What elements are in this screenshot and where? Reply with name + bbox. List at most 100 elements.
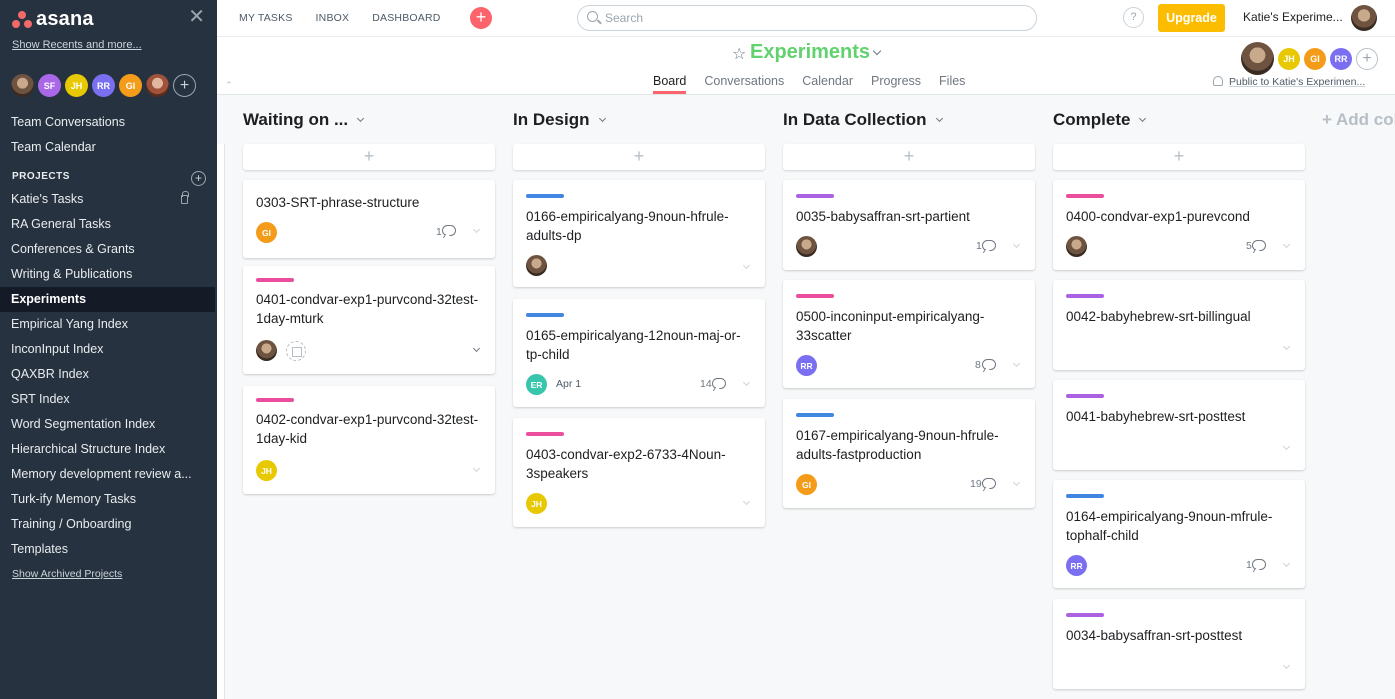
- collapse-icon[interactable]: ⌃: [225, 80, 233, 91]
- add-column-button[interactable]: + Add col: [1322, 110, 1395, 130]
- chevron-down-icon[interactable]: [472, 464, 481, 473]
- tab-board[interactable]: Board: [653, 74, 687, 94]
- help-icon[interactable]: ?: [1123, 7, 1144, 28]
- chevron-down-icon[interactable]: [472, 344, 481, 353]
- nav-my-tasks[interactable]: MY TASKS: [239, 12, 293, 24]
- avatar[interactable]: JH: [65, 74, 88, 97]
- task-card[interactable]: 0165-empiricalyang-12noun-maj-or-tp-chil…: [513, 299, 765, 407]
- task-card[interactable]: 0400-condvar-exp1-purevcond 5: [1053, 180, 1305, 270]
- assignee-avatar[interactable]: [526, 255, 547, 276]
- chevron-down-icon[interactable]: [1282, 559, 1291, 568]
- privacy-setting[interactable]: Public to Katie's Experimen...: [1213, 76, 1365, 88]
- quick-add-icon[interactable]: +: [470, 7, 492, 29]
- chevron-down-icon[interactable]: [1012, 240, 1021, 249]
- avatar[interactable]: GI: [1304, 47, 1326, 70]
- assignee-avatar[interactable]: [1066, 236, 1087, 257]
- avatar[interactable]: JH: [1278, 47, 1300, 70]
- assignee-avatar[interactable]: ER: [526, 374, 547, 395]
- add-member-icon[interactable]: +: [173, 74, 196, 97]
- task-card[interactable]: 0167-empiricalyang-9noun-hfrule-adults-f…: [783, 399, 1035, 508]
- sidebar-project[interactable]: SRT Index: [0, 387, 200, 412]
- show-recents-link[interactable]: Show Recents and more...: [12, 39, 142, 51]
- add-card-button[interactable]: +: [1053, 144, 1305, 170]
- sidebar-project[interactable]: Turk-ify Memory Tasks: [0, 487, 200, 512]
- tab-calendar[interactable]: Calendar: [802, 74, 853, 94]
- task-card[interactable]: 0166-empiricalyang-9noun-hfrule-adults-d…: [513, 180, 765, 287]
- sidebar-project[interactable]: Writing & Publications: [0, 262, 200, 287]
- column-header[interactable]: In Design: [513, 110, 606, 134]
- sidebar-project[interactable]: Empirical Yang Index: [0, 312, 200, 337]
- chevron-down-icon[interactable]: [935, 114, 943, 123]
- nav-dashboard[interactable]: DASHBOARD: [372, 12, 440, 24]
- star-icon[interactable]: ☆: [732, 44, 746, 64]
- assignee-avatar[interactable]: [796, 236, 817, 257]
- sidebar-item-team-calendar[interactable]: Team Calendar: [0, 135, 217, 160]
- task-card[interactable]: 0035-babysaffran-srt-partient 1: [783, 180, 1035, 270]
- sidebar-project[interactable]: Katie's Tasks: [0, 187, 200, 212]
- upgrade-button[interactable]: Upgrade: [1158, 4, 1225, 32]
- chevron-down-icon[interactable]: [872, 46, 882, 56]
- add-member-icon[interactable]: +: [1356, 47, 1378, 70]
- sidebar-item-team-conversations[interactable]: Team Conversations: [0, 110, 217, 135]
- task-card[interactable]: 0403-condvar-exp2-6733-4Noun-3speakers J…: [513, 418, 765, 527]
- avatar[interactable]: [146, 74, 169, 97]
- task-card[interactable]: 0042-babyhebrew-srt-billingual: [1053, 280, 1305, 370]
- sidebar-project[interactable]: Word Segmentation Index: [0, 412, 200, 437]
- close-sidebar-icon[interactable]: ✕: [188, 7, 205, 27]
- chevron-down-icon[interactable]: [1282, 661, 1291, 670]
- avatar[interactable]: GI: [119, 74, 142, 97]
- due-date[interactable]: Apr 1: [556, 378, 581, 390]
- task-card[interactable]: 0401-condvar-exp1-purvcond-32test-1day-m…: [243, 266, 495, 374]
- sidebar-project[interactable]: RA General Tasks: [0, 212, 200, 237]
- avatar[interactable]: SF: [38, 74, 61, 97]
- assignee-avatar[interactable]: GI: [796, 474, 817, 495]
- subtask-icon[interactable]: [286, 341, 306, 361]
- org-name[interactable]: Katie's Experime...: [1243, 10, 1343, 24]
- sidebar-project[interactable]: Conferences & Grants: [0, 237, 200, 262]
- add-card-button[interactable]: +: [513, 144, 765, 170]
- avatar[interactable]: RR: [1330, 47, 1352, 70]
- column-header[interactable]: In Data Collection: [783, 110, 943, 134]
- assignee-avatar[interactable]: JH: [256, 460, 277, 481]
- user-avatar[interactable]: [1351, 5, 1377, 31]
- task-card[interactable]: 0402-condvar-exp1-purvcond-32test-1day-k…: [243, 386, 495, 494]
- assignee-avatar[interactable]: RR: [796, 355, 817, 376]
- sidebar-project[interactable]: Templates: [0, 537, 200, 562]
- sidebar-project[interactable]: InconInput Index: [0, 337, 200, 362]
- chevron-down-icon[interactable]: [1282, 342, 1291, 351]
- chevron-down-icon[interactable]: [1282, 442, 1291, 451]
- chevron-down-icon[interactable]: [472, 225, 481, 234]
- tab-progress[interactable]: Progress: [871, 74, 921, 94]
- task-card[interactable]: 0500-inconinput-empiricalyang-33scatter …: [783, 280, 1035, 388]
- add-project-icon[interactable]: +: [191, 171, 206, 186]
- asana-logo[interactable]: asana: [12, 8, 94, 31]
- nav-inbox[interactable]: INBOX: [316, 12, 350, 24]
- chevron-down-icon[interactable]: [1282, 240, 1291, 249]
- chevron-down-icon[interactable]: [1012, 359, 1021, 368]
- column-header[interactable]: Waiting on ...: [243, 110, 365, 134]
- chevron-down-icon[interactable]: [598, 114, 606, 123]
- chevron-down-icon[interactable]: [742, 261, 751, 270]
- task-card[interactable]: 0041-babyhebrew-srt-posttest: [1053, 380, 1305, 470]
- avatar[interactable]: [1241, 42, 1274, 75]
- add-card-button[interactable]: +: [783, 144, 1035, 170]
- assignee-avatar[interactable]: GI: [256, 222, 277, 243]
- search-input[interactable]: [605, 9, 1025, 27]
- assignee-avatar[interactable]: [256, 340, 277, 361]
- avatar[interactable]: RR: [92, 74, 115, 97]
- column-header[interactable]: Complete: [1053, 110, 1147, 134]
- sidebar-project-active[interactable]: Experiments: [0, 287, 215, 312]
- tab-conversations[interactable]: Conversations: [704, 74, 784, 94]
- task-card[interactable]: 0034-babysaffran-srt-posttest: [1053, 599, 1305, 689]
- task-card[interactable]: 0303-SRT-phrase-structure GI 1: [243, 180, 495, 258]
- add-card-button[interactable]: +: [243, 144, 495, 170]
- assignee-avatar[interactable]: RR: [1066, 555, 1087, 576]
- tab-files[interactable]: Files: [939, 74, 965, 94]
- chevron-down-icon[interactable]: [1139, 114, 1147, 123]
- collapsed-panel[interactable]: [217, 144, 225, 699]
- sidebar-project[interactable]: Hierarchical Structure Index: [0, 437, 200, 462]
- chevron-down-icon[interactable]: [1012, 478, 1021, 487]
- chevron-down-icon[interactable]: [357, 114, 365, 123]
- avatar[interactable]: [11, 74, 34, 97]
- project-title[interactable]: Experiments: [750, 41, 870, 64]
